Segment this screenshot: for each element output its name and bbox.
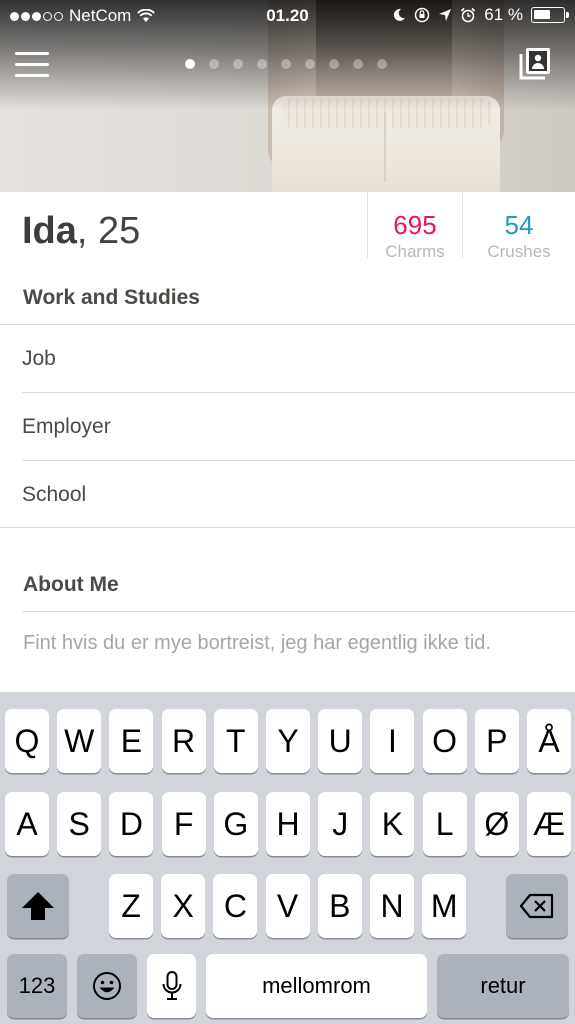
page-dot[interactable]: [353, 59, 363, 69]
emoji-icon: [93, 972, 121, 1000]
battery-icon: [531, 7, 569, 23]
key-m[interactable]: M: [422, 874, 467, 938]
backspace-icon: [519, 893, 554, 919]
shift-icon: [22, 892, 54, 920]
key-n[interactable]: N: [370, 874, 414, 938]
age: , 25: [76, 210, 141, 252]
key-å[interactable]: Å: [527, 709, 571, 773]
divider: [22, 460, 575, 461]
key-p[interactable]: P: [474, 709, 519, 773]
key-s[interactable]: S: [57, 792, 102, 856]
photo-page-indicator: [185, 59, 387, 69]
backspace-key[interactable]: [506, 874, 568, 938]
location-arrow-icon: [439, 9, 452, 21]
employer-field[interactable]: Employer: [22, 415, 111, 439]
page-dot[interactable]: [329, 59, 339, 69]
key-c[interactable]: C: [213, 874, 258, 938]
key-q[interactable]: Q: [5, 709, 49, 773]
orientation-lock-icon: [415, 7, 430, 23]
key-l[interactable]: L: [422, 792, 467, 856]
key-ø[interactable]: Ø: [474, 792, 519, 856]
profile-name: Ida, 25: [22, 210, 140, 253]
photo-gallery-icon[interactable]: [518, 46, 552, 80]
divider: [0, 324, 575, 325]
key-y[interactable]: Y: [266, 709, 310, 773]
crushes-count: 54: [504, 210, 534, 240]
battery-percentage: 61 %: [484, 5, 523, 24]
alarm-icon: [461, 7, 476, 23]
keyboard: 123 mellomrom retur QWERTYUIOPÅ ASDFGHJKL…: [0, 692, 575, 1024]
charms-label: Charms: [385, 242, 445, 261]
profile-photo[interactable]: NetCom 01.20 61 %: [0, 0, 575, 192]
about-section-title: About Me: [23, 573, 119, 596]
key-u[interactable]: U: [318, 709, 363, 773]
key-v[interactable]: V: [265, 874, 310, 938]
key-t[interactable]: T: [213, 709, 258, 773]
shift-key[interactable]: [7, 874, 69, 938]
key-j[interactable]: J: [318, 792, 363, 856]
key-w[interactable]: W: [57, 709, 102, 773]
charms-stat[interactable]: 695 Charms: [367, 192, 462, 261]
about-me-textarea[interactable]: Fint hvis du er mye bortreist, jeg har e…: [23, 632, 491, 655]
first-name: Ida: [22, 210, 77, 252]
status-bar: NetCom 01.20 61 %: [0, 0, 575, 32]
page-dot[interactable]: [233, 59, 243, 69]
dictation-key[interactable]: [147, 954, 196, 1018]
page-dot[interactable]: [209, 59, 219, 69]
page-dot[interactable]: [281, 59, 291, 69]
key-d[interactable]: D: [109, 792, 154, 856]
emoji-key[interactable]: [77, 954, 137, 1018]
divider: [0, 527, 575, 528]
space-key[interactable]: mellomrom: [206, 954, 427, 1018]
key-f[interactable]: F: [161, 792, 206, 856]
key-e[interactable]: E: [109, 709, 154, 773]
key-g[interactable]: G: [213, 792, 258, 856]
key-i[interactable]: I: [370, 709, 415, 773]
crushes-label: Crushes: [487, 242, 551, 261]
menu-button[interactable]: [15, 52, 49, 78]
page-dot[interactable]: [377, 59, 387, 69]
crushes-stat[interactable]: 54 Crushes: [462, 192, 575, 261]
do-not-disturb-icon: [394, 8, 406, 21]
microphone-icon: [162, 971, 181, 1000]
key-h[interactable]: H: [266, 792, 310, 856]
divider: [22, 611, 575, 612]
school-field[interactable]: School: [22, 483, 86, 507]
work-section-title: Work and Studies: [23, 286, 200, 309]
job-field[interactable]: Job: [22, 347, 56, 371]
key-k[interactable]: K: [370, 792, 415, 856]
key-r[interactable]: R: [161, 709, 206, 773]
return-key[interactable]: retur: [437, 954, 569, 1018]
page-dot[interactable]: [257, 59, 267, 69]
key-x[interactable]: X: [161, 874, 206, 938]
page-dot[interactable]: [185, 59, 195, 69]
divider: [22, 392, 575, 393]
key-z[interactable]: Z: [109, 874, 153, 938]
profile-header: Ida, 25 695 Charms 54 Crushes: [0, 192, 575, 274]
key-æ[interactable]: Æ: [527, 792, 571, 856]
page-dot[interactable]: [305, 59, 315, 69]
numbers-key[interactable]: 123: [7, 954, 67, 1018]
key-b[interactable]: B: [317, 874, 362, 938]
key-a[interactable]: A: [5, 792, 49, 856]
charms-count: 695: [393, 210, 437, 240]
key-o[interactable]: O: [422, 709, 467, 773]
